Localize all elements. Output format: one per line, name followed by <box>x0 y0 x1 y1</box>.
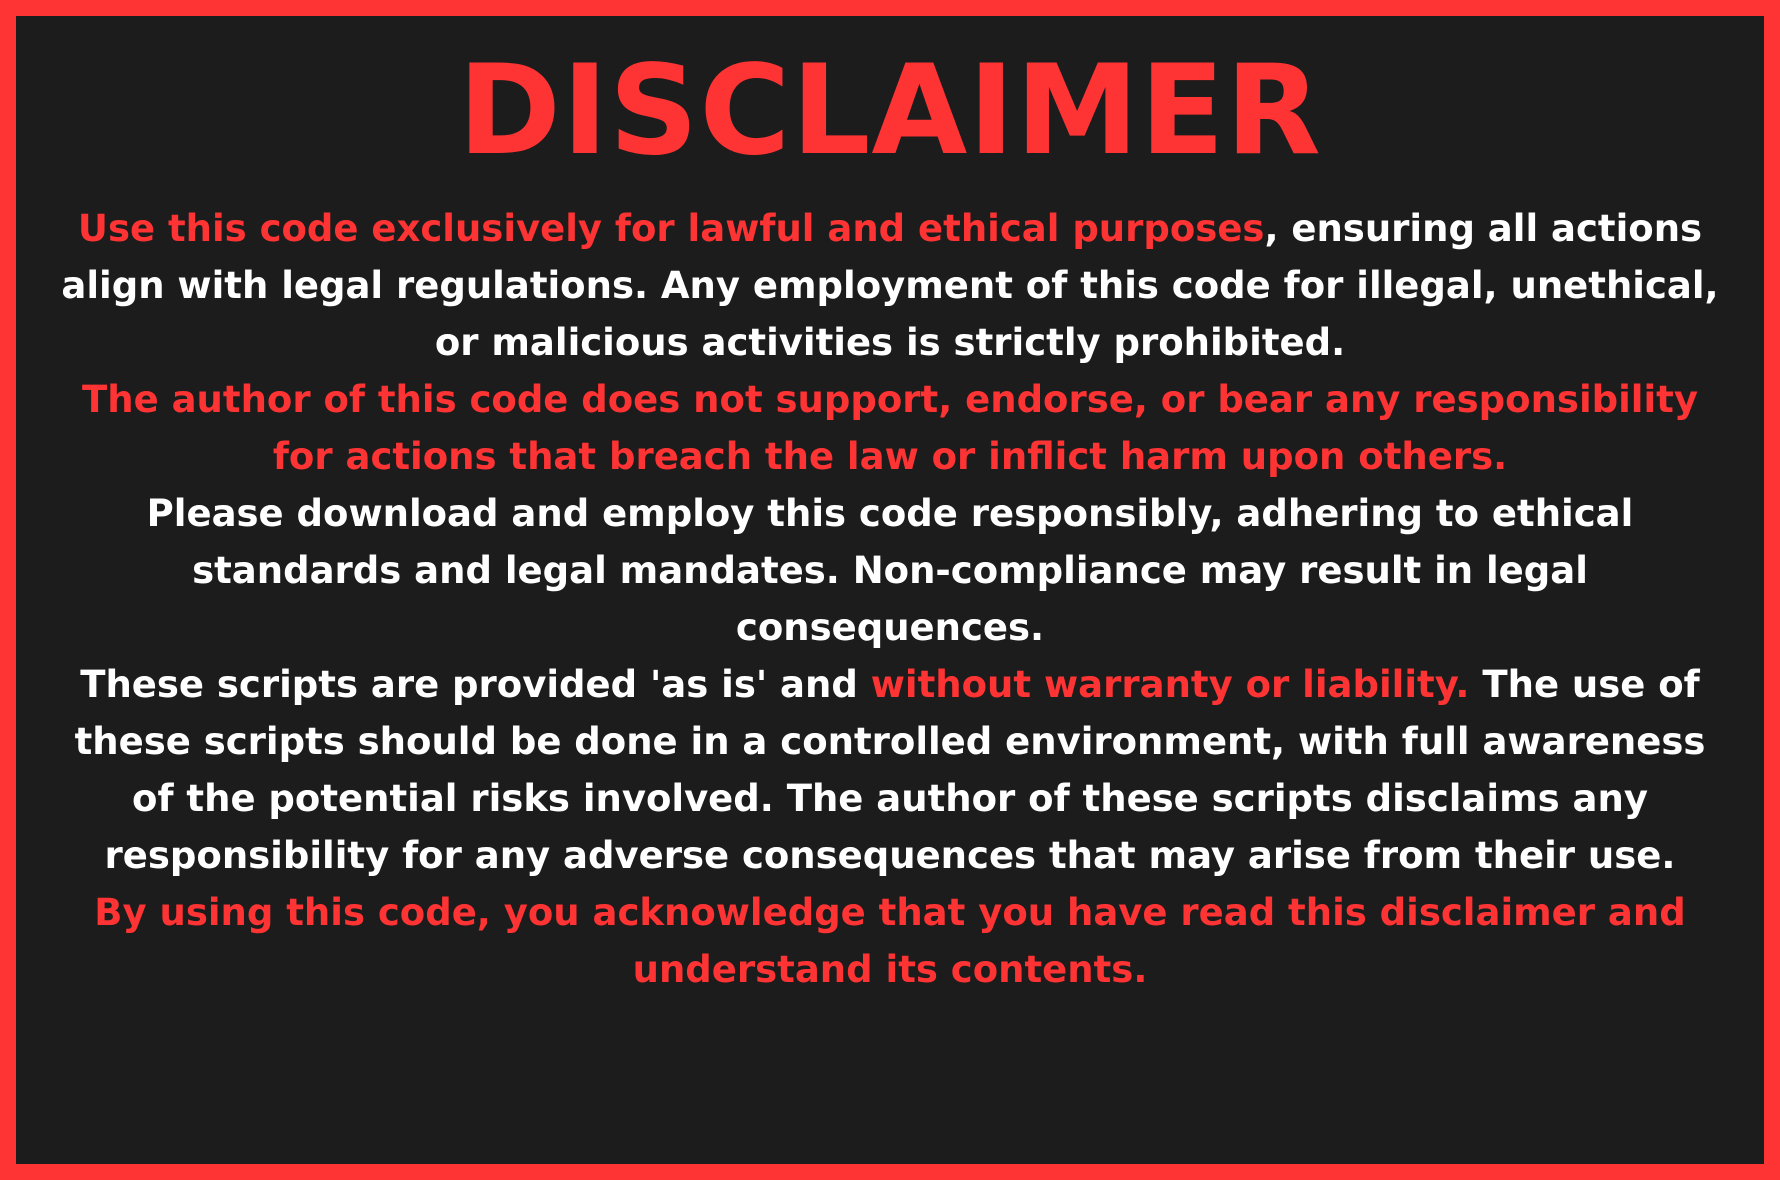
lawful-use-highlight: Use this code exclusively for lawful and… <box>77 207 1265 250</box>
paragraph-responsible-use: Please download and employ this code res… <box>56 485 1724 656</box>
disclaimer-panel: DISCLAIMER Use this code exclusively for… <box>0 0 1780 1180</box>
disclaimer-body: Use this code exclusively for lawful and… <box>56 200 1724 998</box>
paragraph-lawful-use: Use this code exclusively for lawful and… <box>56 200 1724 371</box>
responsible-use-text: Please download and employ this code res… <box>146 492 1634 649</box>
acknowledgement-text: By using this code, you acknowledge that… <box>94 891 1686 991</box>
paragraph-acknowledgement: By using this code, you acknowledge that… <box>56 884 1724 998</box>
disclaimer-title: DISCLAIMER <box>457 39 1323 183</box>
paragraph-author-responsibility: The author of this code does not support… <box>56 371 1724 485</box>
author-responsibility-text: The author of this code does not support… <box>82 378 1698 478</box>
warranty-text-start: These scripts are provided 'as is' and <box>80 663 871 706</box>
warranty-highlight: without warranty or liability. <box>870 663 1470 706</box>
paragraph-warranty: These scripts are provided 'as is' and w… <box>56 656 1724 884</box>
